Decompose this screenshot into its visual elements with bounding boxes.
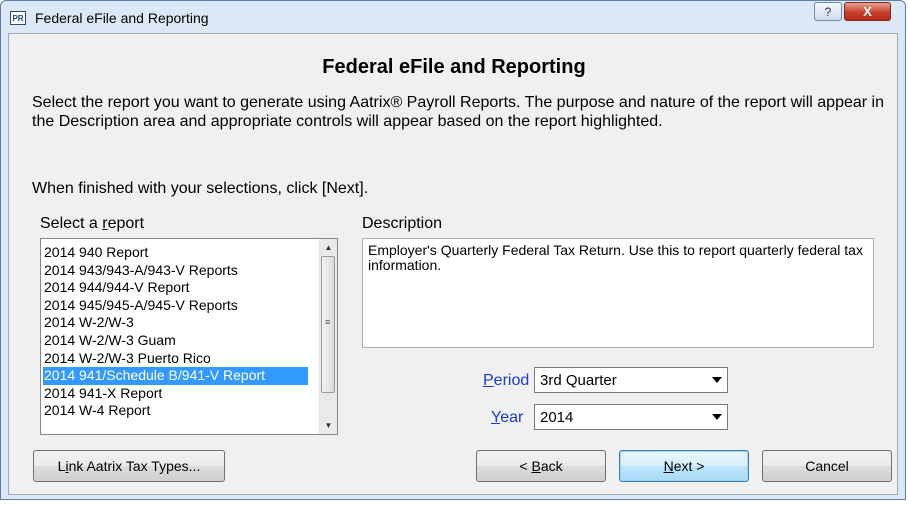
- grip-icon: ≡: [325, 317, 331, 327]
- report-list-items: 2014 940 Report 2014 943/943-A/943-V Repo…: [43, 244, 308, 420]
- list-item[interactable]: 2014 W-2/W-3 Puerto Rico: [43, 350, 308, 368]
- list-item[interactable]: 2014 944/944-V Report: [43, 279, 308, 297]
- description-box: Employer's Quarterly Federal Tax Return.…: [362, 238, 874, 348]
- report-listbox[interactable]: 2014 940 Report 2014 943/943-A/943-V Repo…: [40, 238, 338, 435]
- list-item[interactable]: 2014 941/Schedule B/941-V Report: [43, 367, 308, 385]
- dialog-body: Federal eFile and Reporting Select the r…: [8, 33, 898, 495]
- scroll-down-icon[interactable]: ▼: [320, 417, 337, 434]
- intro-text: Select the report you want to generate u…: [32, 94, 884, 130]
- next-button[interactable]: Next >: [619, 450, 749, 482]
- app-icon: PR: [10, 11, 26, 25]
- list-item[interactable]: 2014 940 Report: [43, 244, 308, 262]
- period-select[interactable]: 3rd Quarter: [534, 367, 728, 393]
- list-item[interactable]: 2014 W-2/W-3: [43, 314, 308, 332]
- close-button[interactable]: X: [844, 2, 891, 21]
- list-item[interactable]: 2014 W-2/W-3 Guam: [43, 332, 308, 350]
- list-item[interactable]: 2014 W-4 Report: [43, 402, 308, 420]
- description-text: Employer's Quarterly Federal Tax Return.…: [368, 242, 863, 273]
- year-value: 2014: [540, 409, 574, 426]
- scroll-thumb[interactable]: ≡: [321, 256, 335, 393]
- year-select[interactable]: 2014: [534, 404, 728, 430]
- page-title: Federal eFile and Reporting: [322, 56, 586, 78]
- cancel-button[interactable]: Cancel: [762, 450, 892, 482]
- list-item[interactable]: 2014 941-X Report: [43, 385, 308, 403]
- period-value: 3rd Quarter: [540, 372, 617, 389]
- instruction-text: When finished with your selections, clic…: [32, 180, 369, 197]
- title-bar[interactable]: PR Federal eFile and Reporting ? X: [1, 1, 905, 33]
- help-button[interactable]: ?: [814, 2, 842, 21]
- period-label: Period: [483, 372, 530, 389]
- year-label: Year: [491, 409, 524, 426]
- list-item[interactable]: 2014 943/943-A/943-V Reports: [43, 262, 308, 280]
- scroll-up-icon[interactable]: ▲: [320, 239, 337, 256]
- dialog-window: PR Federal eFile and Reporting ? X Feder…: [0, 0, 906, 500]
- chevron-down-icon: [712, 377, 722, 383]
- description-label: Description: [362, 215, 443, 232]
- link-tax-types-button[interactable]: Link Aatrix Tax Types...: [33, 450, 225, 482]
- report-list-label: Select a report: [40, 215, 145, 232]
- back-button[interactable]: < Back: [476, 450, 606, 482]
- window-title: Federal eFile and Reporting: [35, 10, 209, 26]
- chevron-down-icon: [712, 414, 722, 420]
- list-item[interactable]: 2014 945/945-A/945-V Reports: [43, 297, 308, 315]
- list-scrollbar[interactable]: ▲ ≡ ▼: [319, 239, 337, 434]
